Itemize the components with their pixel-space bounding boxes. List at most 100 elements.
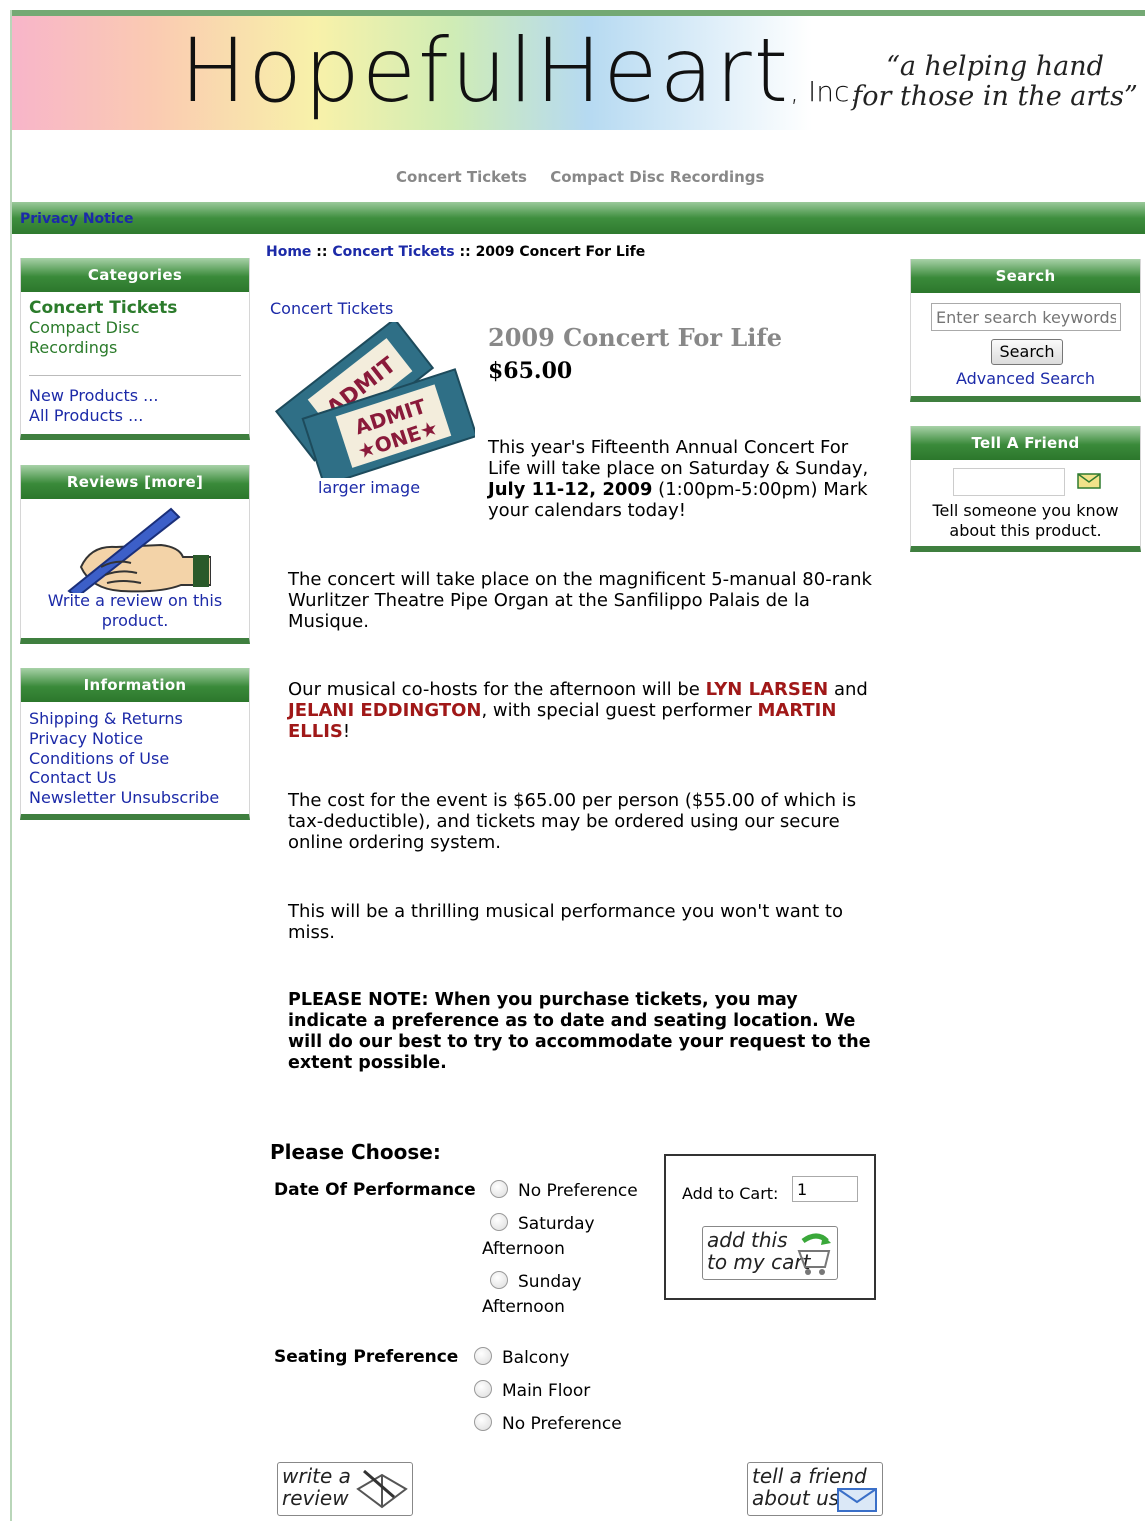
- write-review-button[interactable]: write a review: [277, 1462, 413, 1516]
- description-3: Our musical co-hosts for the afternoon w…: [288, 679, 876, 742]
- left-rule: [10, 10, 12, 1521]
- date-option-saturday-line2: Afternoon: [482, 1239, 565, 1259]
- tell-friend-btn-line1: tell a friend: [752, 1464, 867, 1488]
- info-contact-link[interactable]: Contact Us: [29, 768, 241, 788]
- category-concert-tickets[interactable]: Concert Tickets: [29, 298, 241, 318]
- tell-a-friend-box: Tell A Friend Tell someone you know abou…: [910, 426, 1141, 552]
- option-label: No Preference: [518, 1181, 638, 1201]
- privacy-notice-link[interactable]: Privacy Notice: [20, 211, 133, 227]
- reviews-title-text[interactable]: Reviews: [67, 473, 139, 491]
- desc3-d: !: [342, 721, 351, 742]
- breadcrumb-category[interactable]: Concert Tickets: [332, 244, 454, 260]
- product-category-link[interactable]: Concert Tickets: [270, 299, 393, 318]
- reviews-more-link[interactable]: [more]: [144, 473, 203, 491]
- please-choose-heading: Please Choose:: [270, 1140, 441, 1164]
- option-label: Balcony: [502, 1348, 570, 1368]
- info-privacy-link[interactable]: Privacy Notice: [29, 729, 241, 749]
- description-5: This will be a thrilling musical perform…: [288, 901, 843, 943]
- cart-quantity-input[interactable]: [792, 1176, 858, 1202]
- info-shipping-link[interactable]: Shipping & Returns: [29, 709, 241, 729]
- add-to-cart-box: Add to Cart: add this to my cart: [664, 1154, 876, 1300]
- seat-option-no-preference[interactable]: No Preference: [474, 1413, 622, 1434]
- radio-button[interactable]: [490, 1180, 508, 1198]
- nav-compact-disc[interactable]: Compact Disc Recordings: [550, 168, 764, 186]
- pen-hand-icon[interactable]: [61, 505, 211, 593]
- ticket-image[interactable]: ADMIT ADMIT ★ONE★: [270, 322, 475, 478]
- breadcrumb-sep: ::: [459, 244, 471, 260]
- radio-button[interactable]: [474, 1380, 492, 1398]
- categories-title: Categories: [21, 258, 249, 292]
- information-box: Information Shipping & Returns Privacy N…: [20, 668, 250, 820]
- tagline-line1: “a helping hand: [886, 51, 1104, 82]
- desc3-a: Our musical co-hosts for the afternoon w…: [288, 679, 706, 700]
- product-name: 2009 Concert For Life: [488, 323, 782, 352]
- desc1-pre: This year's Fifteenth Annual Concert For…: [488, 437, 869, 479]
- tagline: “a helping hand for those in the arts”: [850, 52, 1140, 112]
- tell-friend-line2: about this product.: [949, 521, 1102, 540]
- radio-button[interactable]: [474, 1347, 492, 1365]
- friend-email-input[interactable]: [953, 468, 1065, 496]
- seat-option-main-floor[interactable]: Main Floor: [474, 1380, 590, 1401]
- description-4: The cost for the event is $65.00 per per…: [288, 790, 857, 853]
- tell-friend-text: Tell someone you know about this product…: [911, 501, 1140, 541]
- tell-a-friend-button[interactable]: tell a friend about us: [747, 1462, 883, 1516]
- category-cd-line1[interactable]: Compact Disc: [29, 318, 241, 338]
- option-label: Saturday: [518, 1214, 595, 1234]
- host-2: JELANI EDDINGTON: [288, 700, 482, 721]
- tell-friend-line1: Tell someone you know: [932, 501, 1119, 520]
- host-1: LYN LARSEN: [705, 679, 829, 700]
- breadcrumb-home[interactable]: Home: [266, 244, 311, 260]
- radio-button[interactable]: [490, 1271, 508, 1289]
- cart-icon: [797, 1233, 831, 1275]
- tell-a-friend-title: Tell A Friend: [911, 426, 1140, 460]
- breadcrumb: Home :: Concert Tickets :: 2009 Concert …: [266, 244, 645, 260]
- envelope-icon[interactable]: [1077, 472, 1101, 490]
- seat-option-balcony[interactable]: Balcony: [474, 1347, 569, 1368]
- book-icon: [356, 1469, 408, 1509]
- envelope-icon: [837, 1488, 877, 1512]
- search-box: Search Search Advanced Search: [910, 259, 1141, 402]
- desc3-c: , with special guest performer: [481, 700, 758, 721]
- radio-button[interactable]: [474, 1413, 492, 1431]
- search-title: Search: [911, 259, 1140, 293]
- reviews-box: Reviews [more] Write a review on this pr…: [20, 465, 250, 644]
- search-button[interactable]: Search: [991, 339, 1063, 365]
- desc1-date: July 11-12, 2009: [488, 479, 653, 500]
- categories-box: Categories Concert Tickets Compact Disc …: [20, 258, 250, 440]
- option-label: Main Floor: [502, 1381, 591, 1401]
- info-conditions-link[interactable]: Conditions of Use: [29, 749, 241, 769]
- option-label: No Preference: [502, 1414, 622, 1434]
- option-label: Sunday: [518, 1272, 582, 1292]
- logo-text: HopefulHeart: [180, 19, 791, 122]
- description-2: The concert will take place on the magni…: [288, 569, 872, 632]
- description-1: This year's Fifteenth Annual Concert For…: [488, 437, 878, 521]
- advanced-search-link[interactable]: Advanced Search: [911, 369, 1140, 388]
- all-products-link[interactable]: All Products ...: [29, 406, 241, 426]
- date-option-no-preference[interactable]: No Preference: [490, 1180, 638, 1201]
- write-review-line1: Write a review on this: [47, 591, 223, 610]
- top-nav: Concert Tickets Compact Disc Recordings: [396, 168, 782, 186]
- category-cd-line2[interactable]: Recordings: [29, 338, 241, 358]
- search-input[interactable]: [931, 303, 1121, 331]
- larger-image-link[interactable]: larger image: [318, 478, 420, 497]
- new-products-link[interactable]: New Products ...: [29, 386, 241, 406]
- add-to-cart-button[interactable]: add this to my cart: [702, 1226, 838, 1280]
- product-price: $65.00: [488, 358, 573, 384]
- divider: [29, 375, 241, 376]
- please-note: PLEASE NOTE: When you purchase tickets, …: [288, 990, 871, 1073]
- radio-button[interactable]: [490, 1213, 508, 1231]
- date-of-performance-label: Date Of Performance: [274, 1180, 476, 1200]
- write-review-link[interactable]: Write a review on this product.: [21, 591, 249, 631]
- date-option-saturday[interactable]: Saturday: [490, 1213, 595, 1234]
- nav-concert-tickets[interactable]: Concert Tickets: [396, 168, 527, 186]
- write-review-line2: product.: [101, 611, 169, 630]
- site-logo[interactable]: HopefulHeart, Inc.: [180, 16, 858, 126]
- info-newsletter-link[interactable]: Newsletter Unsubscribe: [29, 788, 241, 808]
- information-title: Information: [21, 668, 249, 702]
- add-to-cart-label: Add to Cart:: [682, 1184, 779, 1203]
- breadcrumb-sep: ::: [316, 244, 328, 260]
- desc3-b: and: [828, 679, 868, 700]
- date-option-sunday[interactable]: Sunday: [490, 1271, 582, 1292]
- date-option-sunday-line2: Afternoon: [482, 1297, 565, 1317]
- reviews-title: Reviews [more]: [21, 465, 249, 499]
